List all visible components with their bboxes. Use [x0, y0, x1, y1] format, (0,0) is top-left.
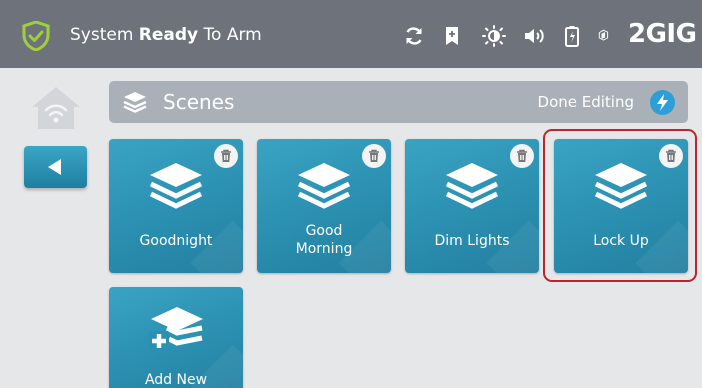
sync-icon[interactable]: [403, 25, 425, 47]
status-bar: System Ready To Arm 2GIG: [0, 0, 702, 68]
add-layers-icon: [149, 307, 203, 351]
home-wifi-icon[interactable]: [30, 85, 82, 131]
scene-label-line1: Good: [305, 223, 343, 239]
scene-layers-icon: [445, 163, 499, 209]
scene-tile-good-morning[interactable]: Good Morning: [257, 139, 391, 273]
delete-scene-button[interactable]: [510, 144, 534, 168]
battery-icon[interactable]: [564, 25, 580, 47]
status-prefix: System: [70, 25, 139, 45]
brand-logo-text: 2GIG: [628, 19, 697, 49]
system-status[interactable]: System Ready To Arm: [70, 25, 262, 45]
brand-logo-icon: [598, 29, 609, 41]
delete-scene-button[interactable]: [362, 144, 386, 168]
delete-scene-button[interactable]: [214, 144, 238, 168]
trash-icon: [517, 149, 527, 162]
volume-icon[interactable]: [522, 25, 546, 47]
scenes-header: Scenes Done Editing: [109, 81, 688, 123]
done-editing-label[interactable]: Done Editing: [538, 93, 634, 111]
bookmark-icon[interactable]: [441, 25, 463, 47]
status-suffix: To Arm: [198, 25, 262, 45]
add-new-scene-tile[interactable]: Add New: [109, 287, 243, 388]
bolt-icon: [657, 94, 668, 111]
done-editing-button[interactable]: [650, 90, 675, 115]
back-button[interactable]: [24, 146, 87, 188]
scene-layers-icon: [149, 163, 203, 209]
scene-label-line2: Morning: [295, 241, 353, 257]
scene-label: Dim Lights: [434, 233, 510, 249]
scene-layers-icon: [297, 163, 351, 209]
scene-tile-goodnight[interactable]: Goodnight: [109, 139, 243, 273]
scene-tile-dim-lights[interactable]: Dim Lights: [405, 139, 539, 273]
add-new-label: Add New: [144, 372, 208, 388]
shield-check-icon[interactable]: [22, 21, 50, 51]
trash-icon: [369, 149, 379, 162]
scene-label: Goodnight: [139, 233, 213, 249]
page-title: Scenes: [163, 90, 235, 114]
brightness-icon[interactable]: [481, 25, 507, 47]
trash-icon: [221, 149, 231, 162]
selection-highlight: [543, 129, 697, 282]
status-bold: Ready: [138, 25, 199, 45]
layers-icon: [123, 92, 147, 113]
back-arrow-icon: [48, 159, 61, 175]
